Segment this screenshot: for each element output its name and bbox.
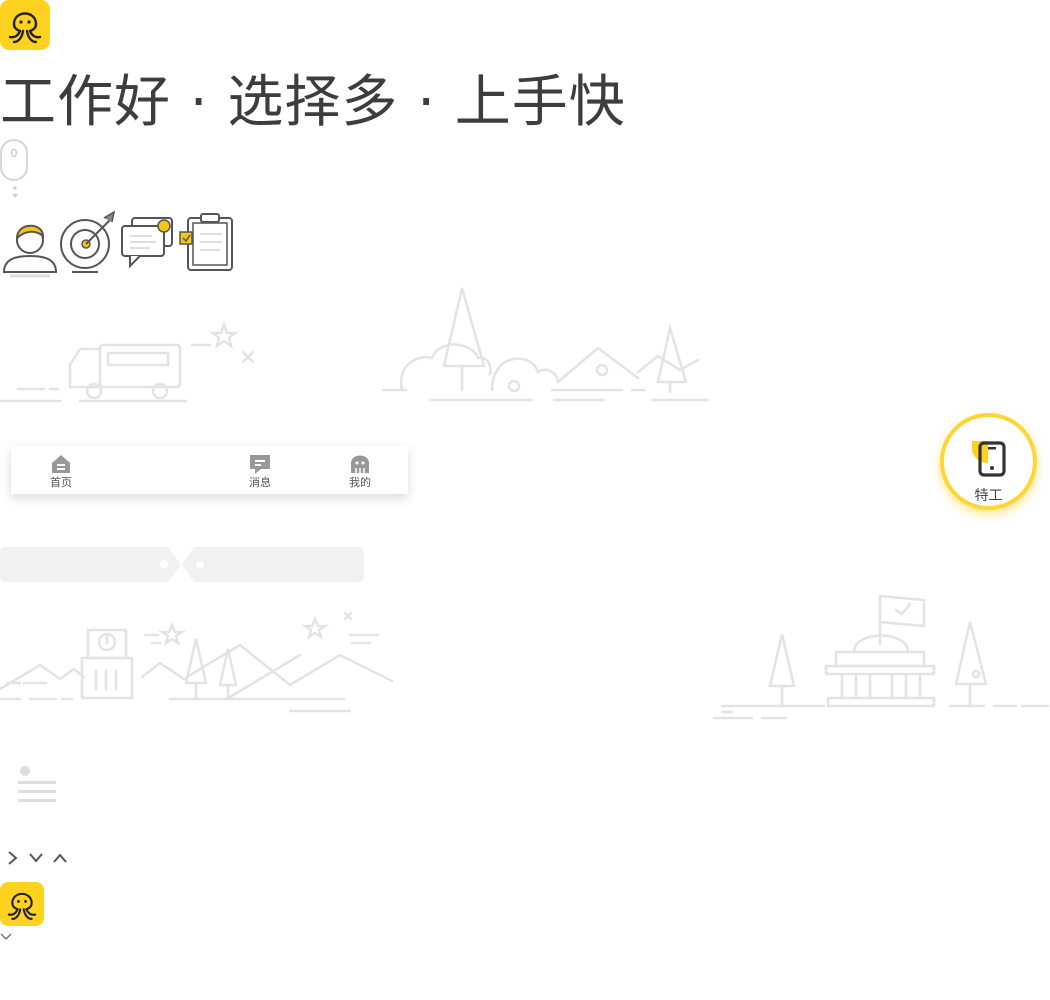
tab-mine[interactable]: 我的 <box>330 446 390 494</box>
clipboard-check-icon <box>179 213 233 271</box>
chevron-up-icon[interactable] <box>52 850 68 866</box>
tab-home[interactable]: 首页 <box>31 446 91 494</box>
bottom-tab-bar: 首页 消息 我的 <box>11 446 408 494</box>
truck-scenery-illustration <box>0 321 255 403</box>
trees-scenery-illustration <box>382 287 710 402</box>
scroll-indicator-value: 0 <box>10 147 18 160</box>
mine-icon <box>351 455 369 473</box>
scroll-mouse-icon: 0 <box>0 139 28 181</box>
octopus-logo-small[interactable] <box>0 882 44 926</box>
agent-floating-button[interactable]: 特工 <box>940 413 1037 510</box>
menu-list-icon[interactable] <box>18 765 58 807</box>
target-icon <box>60 210 116 273</box>
worker-avatar-icon <box>2 224 58 278</box>
chevron-right-icon[interactable] <box>5 850 21 866</box>
home-icon <box>52 455 70 473</box>
tab-mine-label: 我的 <box>349 476 371 489</box>
hero-slogan: 工作好 · 选择多 · 上手快 <box>0 70 626 135</box>
chat-bubbles-icon <box>121 217 173 269</box>
octopus-logo[interactable] <box>0 0 50 50</box>
tab-messages[interactable]: 消息 <box>230 446 290 494</box>
feature-icons <box>2 210 233 278</box>
building-scenery-illustration <box>0 611 394 713</box>
dome-building-scenery-illustration <box>712 594 1050 720</box>
scroll-down-arrow-icon <box>12 186 18 198</box>
banner-placeholder <box>0 547 364 582</box>
tab-messages-label: 消息 <box>249 476 271 489</box>
tab-home-label: 首页 <box>50 476 72 489</box>
message-icon <box>250 455 270 474</box>
chevron-down-icon[interactable] <box>28 850 44 866</box>
phone-icon <box>972 441 1006 477</box>
agent-label: 特工 <box>974 488 1003 504</box>
small-chevron-down-icon[interactable] <box>0 932 12 942</box>
